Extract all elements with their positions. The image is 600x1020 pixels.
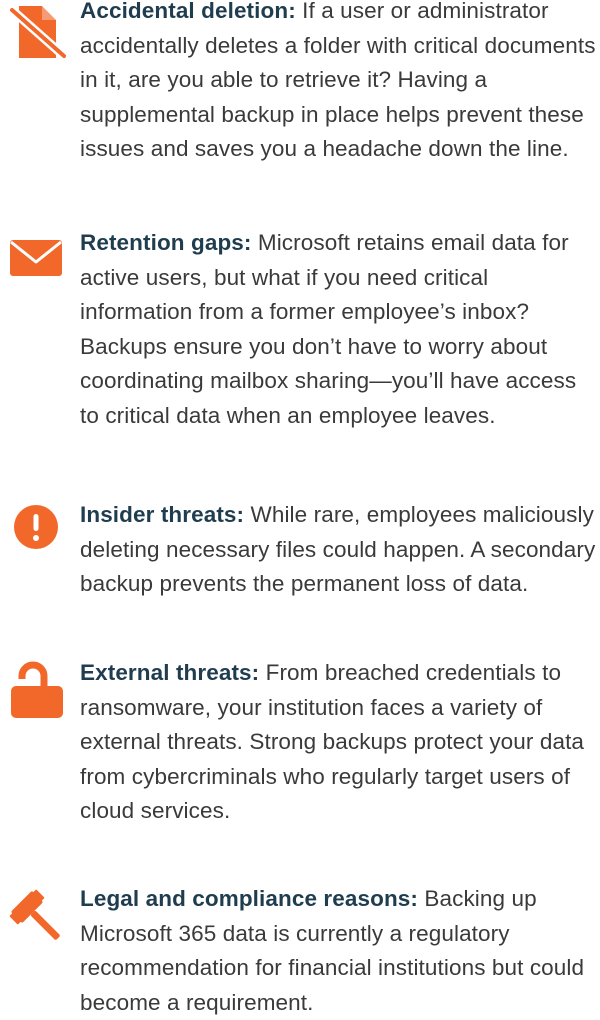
list-item-text: Insider threats: While rare, employees m… (80, 498, 600, 602)
item-body: If a user or administrator accidentally … (80, 0, 596, 161)
list-item-text: Legal and compliance reasons: Backing up… (80, 882, 600, 1020)
item-heading: Retention gaps: (80, 230, 252, 255)
gavel-icon (8, 888, 68, 948)
item-heading: Insider threats: (80, 502, 245, 527)
envelope-icon (8, 226, 68, 286)
item-body: Microsoft retains email data for active … (80, 230, 577, 428)
item-heading: External threats: (80, 660, 260, 685)
list-item-text: Accidental deletion: If a user or admini… (80, 0, 600, 167)
item-heading: Accidental deletion: (80, 0, 296, 23)
list-item-text: External threats: From breached credenti… (80, 656, 600, 829)
item-heading: Legal and compliance reasons: (80, 886, 419, 911)
exclamation-circle-icon (8, 498, 68, 558)
unlocked-padlock-icon (8, 658, 68, 718)
list-item-text: Retention gaps: Microsoft retains email … (80, 226, 600, 433)
document-crossed-icon (8, 2, 68, 62)
